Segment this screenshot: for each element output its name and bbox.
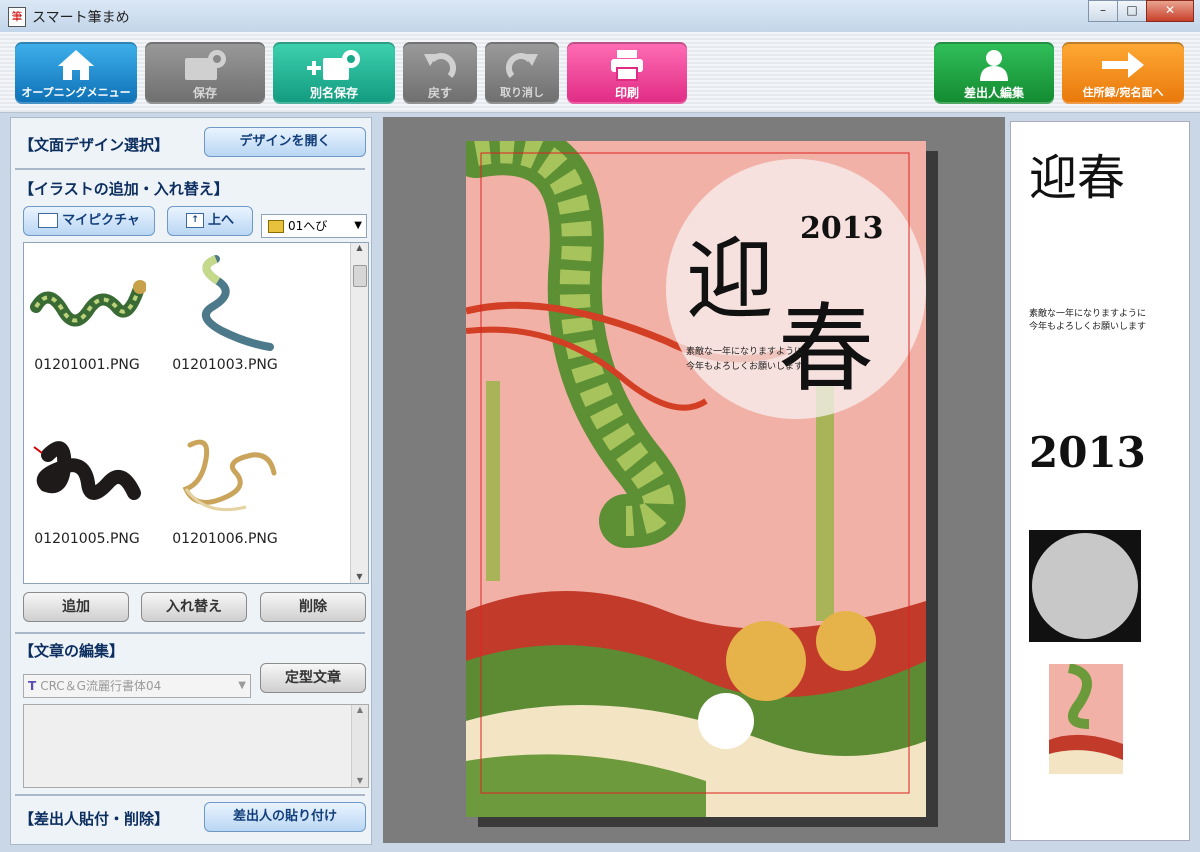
thumbnail-item[interactable]: 01201001.PNG: [28, 257, 147, 373]
preview-greeting[interactable]: 迎春: [1029, 138, 1125, 208]
canvas-area: 2013 迎 春 素敵な一年になりますように 今年もよろしくお願いします: [383, 117, 1005, 843]
scroll-up-arrow[interactable]: ▲: [351, 243, 368, 252]
divider: [15, 794, 365, 796]
folder-small-icon: [268, 220, 284, 233]
close-button[interactable]: ✕: [1146, 0, 1194, 22]
app-icon: 筆: [8, 7, 26, 27]
add-button[interactable]: 追加: [23, 592, 129, 622]
opening-menu-button[interactable]: オープニングメニュー: [15, 42, 137, 104]
text-edit-heading: 【文章の編集】: [19, 642, 125, 660]
divider: [15, 168, 365, 170]
gallery-scrollbar[interactable]: ▲ ▼: [350, 243, 368, 583]
snake-illustration-4: [182, 439, 277, 512]
preview-year[interactable]: 2013: [1029, 428, 1146, 477]
thumbnail-item[interactable]: 01201006.PNG: [166, 427, 284, 547]
home-icon: [58, 50, 94, 80]
preview-message-1[interactable]: 素敵な一年になりますように: [1029, 306, 1146, 319]
printer-icon: [611, 50, 643, 81]
preview-illustration-layer[interactable]: [1049, 664, 1123, 774]
up-folder-button[interactable]: ↑ 上へ: [167, 206, 253, 236]
preview-circle-layer[interactable]: [1029, 530, 1141, 642]
font-select[interactable]: T CRC＆G流麗行書体04 ▼: [23, 674, 251, 698]
save-as-button[interactable]: 別名保存: [273, 42, 395, 104]
open-design-button[interactable]: デザインを開く: [204, 127, 366, 157]
textarea-scrollbar[interactable]: ▲ ▼: [351, 705, 368, 787]
circle-shape: [1032, 533, 1138, 639]
postcard[interactable]: 2013 迎 春 素敵な一年になりますように 今年もよろしくお願いします: [466, 141, 926, 817]
folder-save-icon: [185, 50, 226, 80]
save-as-icon: [307, 50, 360, 80]
card-message-2[interactable]: 今年もよろしくお願いします: [686, 359, 803, 372]
replace-button[interactable]: 入れ替え: [141, 592, 247, 622]
print-button[interactable]: 印刷: [567, 42, 687, 104]
my-picture-button[interactable]: マイピクチャ: [23, 206, 155, 236]
illust-section-heading: 【イラストの追加・入れ替え】: [19, 180, 229, 198]
left-panel: 【文面デザイン選択】 デザインを開く 【イラストの追加・入れ替え】 マイピクチャ…: [10, 117, 372, 845]
scroll-thumb[interactable]: [353, 265, 367, 287]
redo-icon: [505, 52, 538, 78]
undo-icon: [424, 52, 457, 78]
delete-button[interactable]: 削除: [260, 592, 366, 622]
card-kanji-1[interactable]: 迎: [686, 209, 774, 336]
thumbnail-item[interactable]: 01201005.PNG: [28, 427, 146, 547]
font-icon: T: [28, 679, 37, 693]
card-kanji-2[interactable]: 春: [778, 271, 874, 410]
text-edit-area[interactable]: ▲ ▼: [23, 704, 369, 788]
snake-illustration-1: [30, 280, 147, 327]
card-year[interactable]: 2013: [800, 211, 884, 246]
template-text-button[interactable]: 定型文章: [260, 663, 366, 693]
snake-illustration-2: [201, 255, 274, 351]
person-icon: [980, 50, 1008, 81]
maximize-button[interactable]: □: [1117, 0, 1147, 22]
layer-preview-panel: 迎春 素敵な一年になりますように 今年もよろしくお願いします 2013: [1010, 121, 1190, 841]
main-toolbar: オープニングメニュー 保存 別名保存 戻す 取り消し 印刷 差出人編集 住所録/…: [0, 32, 1200, 113]
title-bar: 筆 スマート筆まめ – □ ✕: [0, 0, 1200, 33]
sender-section-heading: 【差出人貼付・削除】: [19, 810, 170, 828]
divider: [15, 632, 365, 634]
arrow-right-icon: [1102, 52, 1144, 78]
folder-icon: [38, 213, 59, 228]
design-section-heading: 【文面デザイン選択】: [19, 136, 170, 154]
snake-illustration-3: [33, 441, 141, 500]
folder-select[interactable]: 01へび ▼: [261, 214, 367, 238]
chevron-down-icon: ▼: [238, 680, 246, 691]
illustration-gallery: 01201001.PNG 01201003.PNG 01201005.PNG 0…: [23, 242, 369, 584]
paste-sender-button[interactable]: 差出人の貼り付け: [204, 802, 366, 832]
save-button[interactable]: 保存: [145, 42, 265, 104]
card-message-1[interactable]: 素敵な一年になりますように: [686, 344, 803, 357]
sender-edit-button[interactable]: 差出人編集: [934, 42, 1054, 104]
mini-card-artwork: [1049, 664, 1123, 774]
preview-message-2[interactable]: 今年もよろしくお願いします: [1029, 319, 1146, 332]
undo-button[interactable]: 戻す: [403, 42, 477, 104]
redo-button[interactable]: 取り消し: [485, 42, 559, 104]
address-book-button[interactable]: 住所録/宛名面へ: [1062, 42, 1184, 104]
scroll-down-arrow[interactable]: ▼: [351, 572, 368, 581]
thumbnail-item[interactable]: 01201003.PNG: [166, 251, 284, 373]
folder-up-icon: ↑: [185, 213, 204, 228]
minimize-button[interactable]: –: [1088, 0, 1118, 22]
chevron-down-icon: ▼: [354, 220, 362, 231]
window-title: スマート筆まめ: [32, 10, 130, 26]
